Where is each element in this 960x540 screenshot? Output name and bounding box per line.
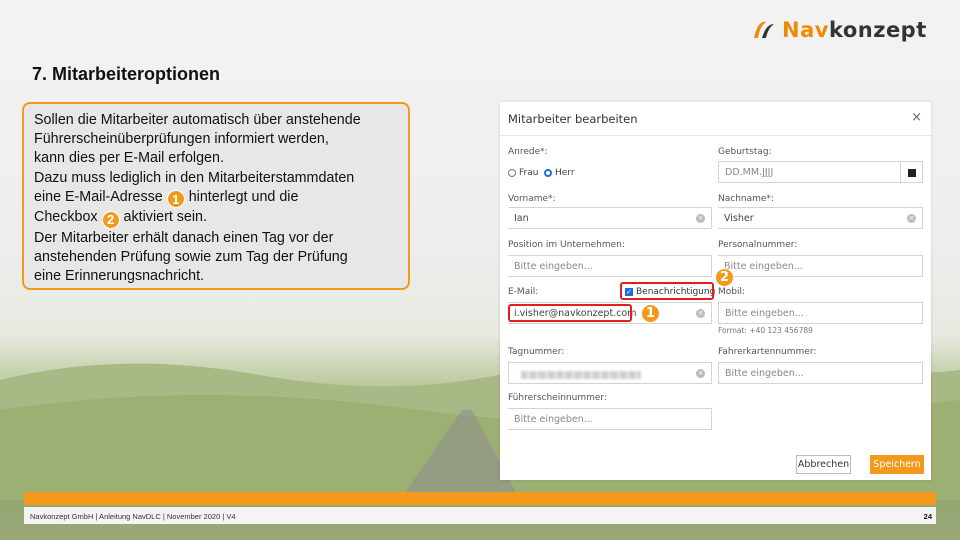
personnel-number-input[interactable]: Bitte eingeben... [718, 255, 923, 277]
driver-card-input[interactable]: Bitte eingeben... [718, 362, 923, 384]
info-line: Der Mitarbeiter erhält danach einen Tag … [34, 230, 334, 246]
lastname-value: Visher [724, 213, 754, 224]
info-text: eine E-Mail-Adresse [34, 188, 163, 205]
dialog-title: Mitarbeiter bearbeiten [508, 112, 638, 126]
position-input[interactable]: Bitte eingeben... [508, 255, 712, 277]
radio-herr-label: Herr [555, 168, 575, 178]
info-line: Führerscheinüberprüfungen informiert wer… [34, 131, 329, 148]
info-text: aktiviert sein. [123, 209, 207, 226]
logo-swoosh-icon [754, 21, 774, 38]
info-line: Sollen die Mitarbeiter automatisch über … [34, 112, 361, 128]
save-button[interactable]: Speichern [870, 455, 924, 474]
edit-employee-dialog: Mitarbeiter bearbeiten × Anrede*: Frau H… [500, 102, 931, 480]
clear-icon[interactable]: × [696, 309, 705, 318]
dialog-header: Mitarbeiter bearbeiten × [500, 102, 931, 136]
clear-icon[interactable]: × [907, 214, 916, 223]
logo-text-konzept: konzept [828, 18, 927, 42]
tag-number-input[interactable]: × [508, 362, 712, 384]
mobile-format-hint: Format: +40 123 456789 [718, 326, 813, 335]
info-line: eine Erinnerungsnachricht. [34, 268, 205, 285]
logo-text-nav: Nav [782, 18, 829, 42]
radio-frau-label: Frau [519, 168, 539, 178]
page-number: 24 [923, 512, 932, 521]
info-line: eine E-Mail-Adresse 1 hinterlegt und die [34, 188, 398, 209]
email-highlight [508, 304, 632, 322]
close-icon[interactable]: × [911, 110, 922, 125]
firstname-input[interactable]: Ian × [508, 207, 712, 229]
driver-card-label: Fahrerkartennummer: [718, 347, 817, 357]
blurred-value [521, 371, 641, 379]
radio-herr[interactable]: Herr [544, 168, 575, 178]
mobile-input[interactable]: Bitte eingeben... [718, 302, 923, 324]
info-text: Checkbox [34, 209, 98, 226]
calendar-icon[interactable] [900, 162, 922, 184]
license-number-label: Führerscheinnummer: [508, 393, 607, 403]
lastname-label: Nachname*: [718, 194, 774, 204]
footer-accent-bar [24, 492, 936, 505]
info-line: kann dies per E-Mail erfolgen. [34, 150, 224, 167]
firstname-label: Vorname*: [508, 194, 556, 204]
clear-icon[interactable]: × [696, 214, 705, 223]
badge-1: 1 [166, 190, 185, 209]
lastname-input[interactable]: Visher × [718, 207, 923, 229]
birthday-placeholder: DD.MM.JJJJ [725, 167, 774, 178]
clear-icon[interactable]: × [696, 369, 705, 378]
salutation-label: Anrede*: [508, 147, 548, 157]
navkonzept-logo: Navkonzept [752, 18, 927, 42]
info-line: Dazu muss lediglich in den Mitarbeiterst… [34, 169, 355, 186]
info-box: Sollen die Mitarbeiter automatisch über … [22, 102, 410, 290]
radio-selected-icon [544, 169, 552, 177]
position-label: Position im Unternehmen: [508, 240, 625, 250]
tag-number-label: Tagnummer: [508, 347, 565, 357]
info-text: hinterlegt und die [188, 188, 299, 205]
slide-title: 7. Mitarbeiteroptionen [32, 64, 221, 84]
birthday-input[interactable]: DD.MM.JJJJ [718, 161, 923, 184]
mobile-label: Mobil: [718, 287, 746, 297]
cancel-button[interactable]: Abbrechen [796, 455, 851, 474]
info-line: Checkbox 2 aktiviert sein. [34, 208, 398, 229]
callout-badge-1: 1 [641, 304, 660, 323]
license-number-input[interactable]: Bitte eingeben... [508, 408, 712, 430]
info-line: anstehenden Prüfung sowie zum Tag der Pr… [34, 249, 348, 266]
email-label: E-Mail: [508, 287, 539, 297]
callout-badge-2: 2 [715, 268, 734, 287]
checkbox-highlight [620, 282, 714, 300]
firstname-value: Ian [514, 213, 529, 224]
radio-frau[interactable]: Frau [508, 168, 538, 178]
personnel-number-label: Personalnummer: [718, 240, 798, 250]
badge-2: 2 [101, 211, 120, 229]
birthday-label: Geburtstag: [718, 147, 772, 157]
radio-icon [508, 169, 516, 177]
footer-text: Navkonzept GmbH | Anleitung NavDLC | Nov… [30, 512, 236, 521]
